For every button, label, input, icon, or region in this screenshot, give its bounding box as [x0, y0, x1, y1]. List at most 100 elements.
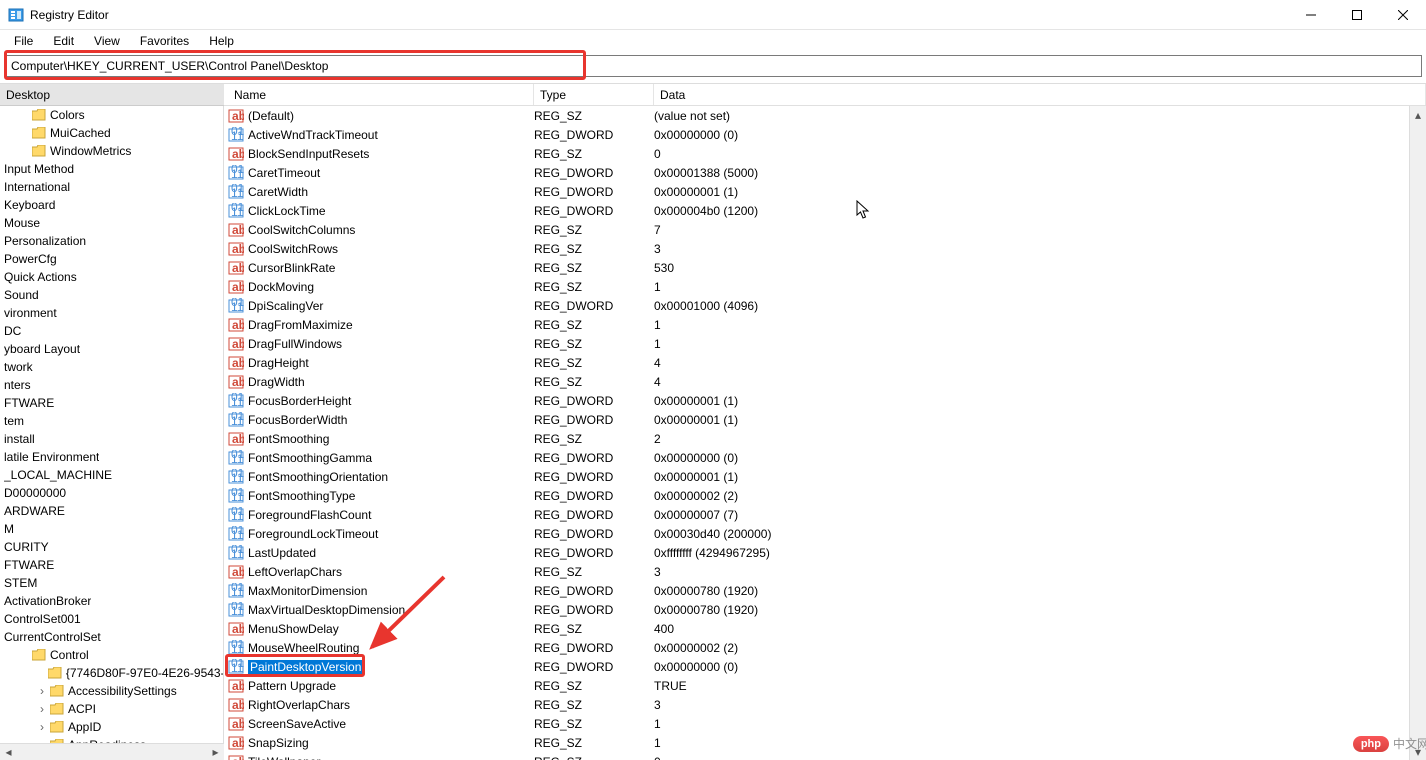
value-row[interactable]: abMenuShowDelayREG_SZ400 [224, 619, 1426, 638]
scroll-left-icon[interactable]: ◂ [0, 745, 17, 759]
value-row[interactable]: abSnapSizingREG_SZ1 [224, 733, 1426, 752]
menu-help[interactable]: Help [201, 32, 242, 50]
tree-header[interactable]: Desktop [0, 84, 224, 106]
tree-item[interactable]: Control [0, 646, 223, 664]
tree-item[interactable]: nters [0, 376, 223, 394]
value-row[interactable]: 011110DpiScalingVerREG_DWORD0x00001000 (… [224, 296, 1426, 315]
value-row[interactable]: abDragFromMaximizeREG_SZ1 [224, 315, 1426, 334]
tree-item[interactable]: STEM [0, 574, 223, 592]
value-row[interactable]: 011110CaretTimeoutREG_DWORD0x00001388 (5… [224, 163, 1426, 182]
value-row[interactable]: 011110FontSmoothingTypeREG_DWORD0x000000… [224, 486, 1426, 505]
values-list[interactable]: ab(Default)REG_SZ(value not set)011110Ac… [224, 106, 1426, 760]
tree-item[interactable]: ›AccessibilitySettings [0, 682, 223, 700]
value-row[interactable]: 011110MaxVirtualDesktopDimensionREG_DWOR… [224, 600, 1426, 619]
tree-view[interactable]: ColorsMuiCachedWindowMetricsInput Method… [0, 106, 224, 760]
value-row[interactable]: abCoolSwitchRowsREG_SZ3 [224, 239, 1426, 258]
value-row[interactable]: ab(Default)REG_SZ(value not set) [224, 106, 1426, 125]
svg-text:110: 110 [231, 452, 244, 466]
tree-item[interactable]: Colors [0, 106, 223, 124]
value-row[interactable]: abDragFullWindowsREG_SZ1 [224, 334, 1426, 353]
col-header-type[interactable]: Type [534, 84, 654, 105]
value-row[interactable]: abTileWallpaperREG_SZ0 [224, 752, 1426, 760]
tree-item[interactable]: FTWARE [0, 394, 223, 412]
value-row[interactable]: abPattern UpgradeREG_SZTRUE [224, 676, 1426, 695]
col-header-name[interactable]: Name [228, 84, 534, 105]
tree-item[interactable]: {7746D80F-97E0-4E26-9543-26B… [0, 664, 223, 682]
tree-item[interactable]: twork [0, 358, 223, 376]
value-row[interactable]: abDragHeightREG_SZ4 [224, 353, 1426, 372]
value-row[interactable]: 011110FontSmoothingOrientationREG_DWORD0… [224, 467, 1426, 486]
tree-item[interactable]: ›ACPI [0, 700, 223, 718]
value-row[interactable]: 011110ForegroundFlashCountREG_DWORD0x000… [224, 505, 1426, 524]
minimize-button[interactable] [1288, 0, 1334, 30]
tree-item[interactable]: tem [0, 412, 223, 430]
tree-item[interactable]: ControlSet001 [0, 610, 223, 628]
value-row[interactable]: abDockMovingREG_SZ1 [224, 277, 1426, 296]
expander-icon[interactable]: › [36, 702, 48, 716]
value-row[interactable]: 011110FocusBorderHeightREG_DWORD0x000000… [224, 391, 1426, 410]
tree-item[interactable]: PowerCfg [0, 250, 223, 268]
maximize-button[interactable] [1334, 0, 1380, 30]
value-row[interactable]: abLeftOverlapCharsREG_SZ3 [224, 562, 1426, 581]
value-row[interactable]: 011110PaintDesktopVersionREG_DWORD0x0000… [224, 657, 1426, 676]
string-value-icon: ab [228, 222, 244, 238]
value-row[interactable]: 011110MouseWheelRoutingREG_DWORD0x000000… [224, 638, 1426, 657]
tree-item[interactable]: latile Environment [0, 448, 223, 466]
menu-edit[interactable]: Edit [45, 32, 82, 50]
folder-icon [48, 667, 62, 679]
menu-file[interactable]: File [6, 32, 41, 50]
menu-view[interactable]: View [86, 32, 128, 50]
tree-item[interactable]: Personalization [0, 232, 223, 250]
tree-item[interactable]: M [0, 520, 223, 538]
tree-item[interactable]: Input Method [0, 160, 223, 178]
tree-item[interactable]: Quick Actions [0, 268, 223, 286]
value-row[interactable]: 011110ActiveWndTrackTimeoutREG_DWORD0x00… [224, 125, 1426, 144]
list-scrollbar-vertical[interactable]: ▴ ▾ [1409, 106, 1426, 760]
tree-item[interactable]: yboard Layout [0, 340, 223, 358]
tree-item[interactable]: FTWARE [0, 556, 223, 574]
tree-item[interactable]: ›AppID [0, 718, 223, 736]
scroll-right-icon[interactable]: ▸ [207, 745, 224, 759]
value-row[interactable]: 011110ForegroundLockTimeoutREG_DWORD0x00… [224, 524, 1426, 543]
col-header-data[interactable]: Data [654, 84, 1426, 105]
tree-item[interactable]: MuiCached [0, 124, 223, 142]
value-row[interactable]: abDragWidthREG_SZ4 [224, 372, 1426, 391]
folder-icon [32, 649, 46, 661]
value-type: REG_SZ [534, 280, 654, 294]
value-row[interactable]: abBlockSendInputResetsREG_SZ0 [224, 144, 1426, 163]
tree-item[interactable]: CurrentControlSet [0, 628, 223, 646]
tree-item[interactable]: DC [0, 322, 223, 340]
expander-icon[interactable]: › [36, 720, 48, 734]
value-row[interactable]: abCoolSwitchColumnsREG_SZ7 [224, 220, 1426, 239]
address-bar[interactable]: Computer\HKEY_CURRENT_USER\Control Panel… [4, 55, 1422, 77]
tree-item[interactable]: install [0, 430, 223, 448]
value-row[interactable]: abRightOverlapCharsREG_SZ3 [224, 695, 1426, 714]
value-row[interactable]: 011110FocusBorderWidthREG_DWORD0x0000000… [224, 410, 1426, 429]
value-row[interactable]: 011110MaxMonitorDimensionREG_DWORD0x0000… [224, 581, 1426, 600]
tree-item[interactable]: ARDWARE [0, 502, 223, 520]
tree-item[interactable]: Sound [0, 286, 223, 304]
tree-item[interactable]: Keyboard [0, 196, 223, 214]
tree-item[interactable]: WindowMetrics [0, 142, 223, 160]
value-row[interactable]: 011110LastUpdatedREG_DWORD0xffffffff (42… [224, 543, 1426, 562]
value-row[interactable]: abScreenSaveActiveREG_SZ1 [224, 714, 1426, 733]
value-row[interactable]: 011110CaretWidthREG_DWORD0x00000001 (1) [224, 182, 1426, 201]
value-row[interactable]: 011110FontSmoothingGammaREG_DWORD0x00000… [224, 448, 1426, 467]
expander-icon[interactable]: › [36, 684, 48, 698]
menu-favorites[interactable]: Favorites [132, 32, 197, 50]
tree-item[interactable]: International [0, 178, 223, 196]
scroll-up-icon[interactable]: ▴ [1410, 106, 1426, 123]
value-row[interactable]: 011110ClickLockTimeREG_DWORD0x000004b0 (… [224, 201, 1426, 220]
value-row[interactable]: abFontSmoothingREG_SZ2 [224, 429, 1426, 448]
tree-scrollbar-horizontal[interactable]: ◂ ▸ [0, 743, 224, 760]
value-row[interactable]: abCursorBlinkRateREG_SZ530 [224, 258, 1426, 277]
tree-item[interactable]: ActivationBroker [0, 592, 223, 610]
tree-item[interactable]: Mouse [0, 214, 223, 232]
string-value-icon: ab [228, 355, 244, 371]
tree-item[interactable]: vironment [0, 304, 223, 322]
tree-item[interactable]: D00000000 [0, 484, 223, 502]
tree-item[interactable]: CURITY [0, 538, 223, 556]
tree-item[interactable]: _LOCAL_MACHINE [0, 466, 223, 484]
close-button[interactable] [1380, 0, 1426, 30]
tree-item-label: ControlSet001 [4, 612, 81, 626]
